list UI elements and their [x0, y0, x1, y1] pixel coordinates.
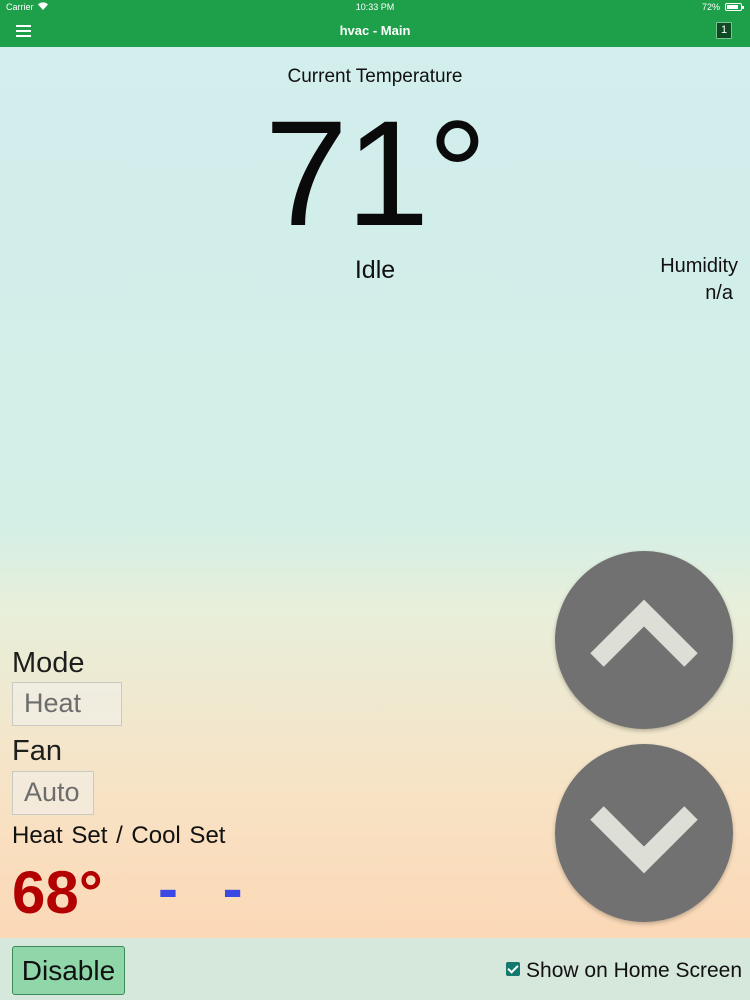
battery-percent: 72% — [701, 2, 720, 12]
bottom-bar: Disable Show on Home Screen — [0, 938, 750, 1000]
setpoint-separator: / — [116, 822, 123, 849]
fan-label: Fan — [12, 735, 62, 767]
cool-set-label: Cool Set — [131, 822, 226, 849]
chevron-up-icon — [590, 599, 698, 667]
checkbox-checked-icon[interactable] — [506, 962, 521, 976]
mode-label: Mode — [12, 647, 85, 679]
show-on-home-screen-label: Show on Home Screen — [526, 959, 742, 982]
disable-button[interactable]: Disable — [12, 946, 125, 995]
decrease-temperature-button[interactable] — [555, 744, 733, 922]
heat-set-label: Heat Set — [12, 822, 108, 849]
current-temperature-label: Current Temperature — [287, 66, 463, 87]
status-time: 10:33 PM — [355, 2, 395, 12]
setpoint-labels: Heat Set / Cool Set — [12, 822, 225, 850]
show-on-home-screen-toggle[interactable]: Show on Home Screen — [506, 959, 742, 983]
fan-select[interactable]: Auto — [12, 771, 94, 815]
humidity-label: Humidity — [660, 255, 738, 277]
notification-badge[interactable]: 1 — [716, 22, 732, 39]
page-title: hvac - Main — [339, 23, 411, 38]
mode-select[interactable]: Heat — [12, 682, 122, 726]
hvac-state: Idle — [354, 256, 396, 284]
cool-setpoint-value: - - — [158, 855, 257, 922]
chevron-down-icon — [590, 806, 698, 874]
status-bar: Carrier 10:33 PM 72% — [0, 0, 750, 14]
battery-icon — [725, 3, 744, 11]
heat-setpoint-value: 68° — [12, 859, 103, 926]
increase-temperature-button[interactable] — [555, 551, 733, 729]
nav-bar: hvac - Main 1 — [0, 14, 750, 47]
humidity-value: n/a — [705, 282, 733, 304]
current-temperature-value: 71° — [264, 89, 488, 257]
